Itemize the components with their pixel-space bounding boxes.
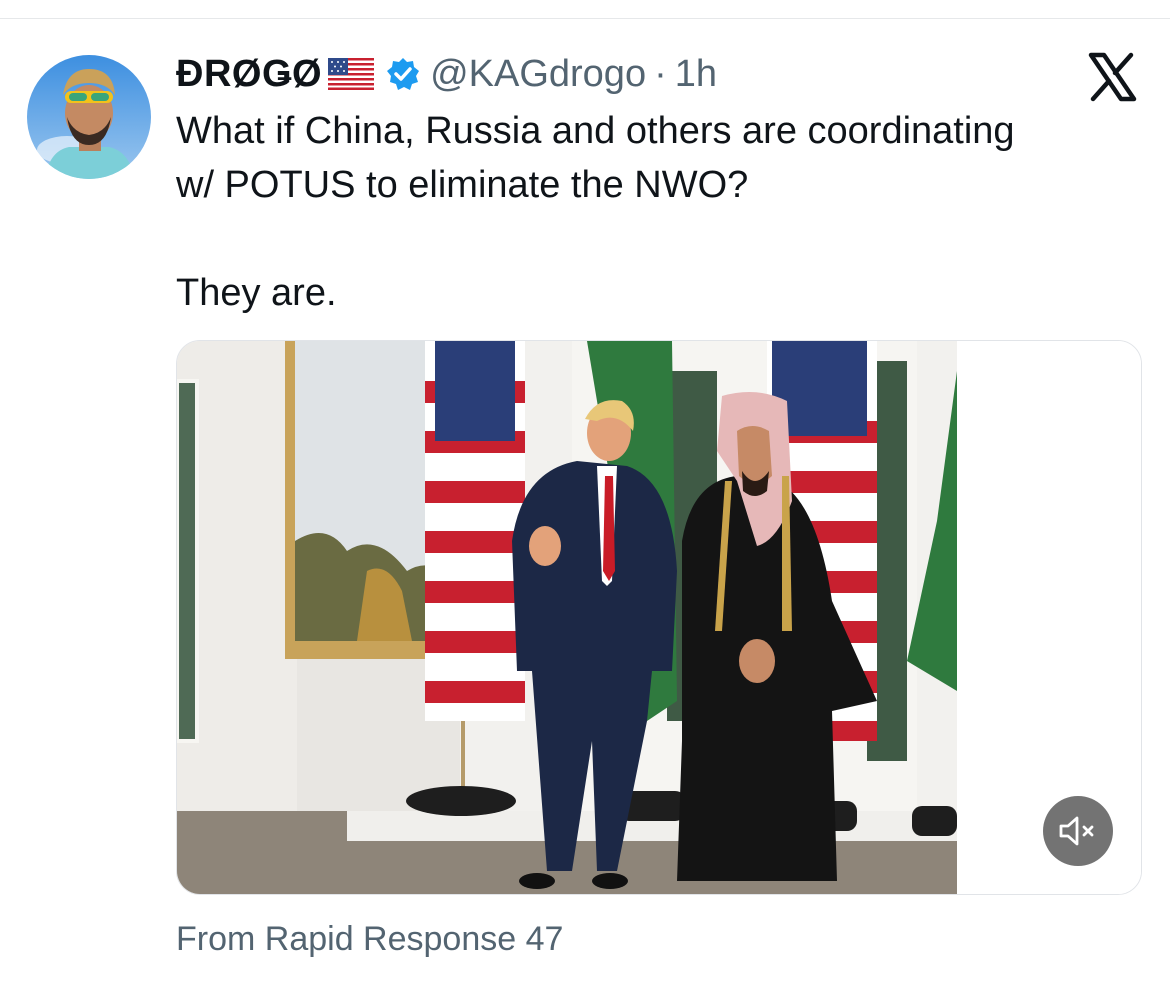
timestamp[interactable]: 1h <box>675 53 717 96</box>
tweet-text: What if China, Russia and others are coo… <box>176 104 1146 320</box>
x-logo-icon <box>1087 52 1137 102</box>
us-flag-icon <box>328 58 375 90</box>
tweet-video[interactable] <box>176 340 1142 895</box>
top-divider <box>0 18 1170 19</box>
avatar[interactable] <box>27 55 151 179</box>
media-source[interactable]: From Rapid Response 47 <box>176 920 563 959</box>
tweet-text-paragraph-2: They are. <box>176 272 337 314</box>
tweet-text-line-1: What if China, Russia and others are coo… <box>176 110 1015 152</box>
user-handle[interactable]: @KAGdrogo <box>430 53 646 96</box>
speaker-muted-icon <box>1058 814 1098 848</box>
mute-button[interactable] <box>1043 796 1113 866</box>
verified-check-icon[interactable] <box>386 57 420 91</box>
separator-dot: · <box>654 52 667 95</box>
display-name[interactable]: ĐRØǤØ <box>176 53 322 96</box>
tweet-header: ĐRØǤØ @KAGdrogo · 1h <box>176 50 717 98</box>
video-frame <box>177 341 1141 894</box>
tweet-text-line-2: w/ POTUS to eliminate the NWO? <box>176 164 749 206</box>
